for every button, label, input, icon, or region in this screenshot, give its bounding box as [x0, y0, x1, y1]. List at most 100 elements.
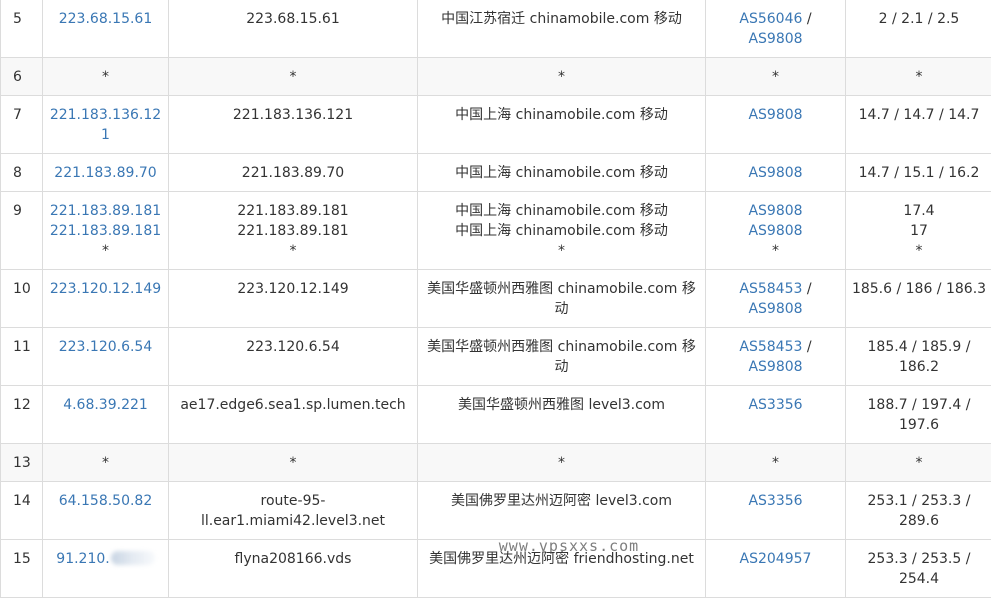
- asn-line: AS56046 /: [710, 9, 841, 29]
- hop-row: 13*****: [1, 444, 991, 482]
- hostname-cell: ae17.edge6.sea1.sp.lumen.tech: [169, 386, 418, 444]
- latency-text-text: 2 / 2.1 / 2.5: [879, 11, 960, 27]
- location-text: *: [422, 241, 701, 261]
- location-text: *: [422, 453, 701, 473]
- hostname-cell: route-95-ll.ear1.miami42.level3.net: [169, 482, 418, 540]
- ip-link-text[interactable]: 223.68.15.61: [59, 11, 153, 27]
- ip-link-text[interactable]: 223.120.6.54: [59, 339, 153, 355]
- ip-cell: 223.68.15.61: [43, 0, 169, 58]
- hop-row: 5223.68.15.61223.68.15.61中国江苏宿迁 chinamob…: [1, 0, 991, 58]
- asn-link[interactable]: AS9808: [748, 301, 802, 317]
- asn-text: /: [802, 11, 811, 27]
- latency-text: 289.6: [850, 511, 988, 531]
- ip-cell: 221.183.89.181221.183.89.181*: [43, 192, 169, 270]
- latency-text: 2 / 2.1 / 2.5: [850, 9, 988, 29]
- ip-link[interactable]: 221.183.89.70: [47, 163, 164, 183]
- hostname-text-text: 223.120.12.149: [237, 281, 348, 297]
- latency-text: 186.2: [850, 357, 988, 377]
- ip-link-text[interactable]: 223.120.12.149: [50, 281, 161, 297]
- ip-link[interactable]: 221.183.136.121: [47, 105, 164, 145]
- asn-link[interactable]: AS9808: [748, 31, 802, 47]
- hostname-cell: 223.120.12.149: [169, 270, 418, 328]
- hostname-text-text: 221.183.89.70: [242, 165, 344, 181]
- latency-cell: *: [846, 58, 991, 96]
- asn-link[interactable]: AS204957: [740, 551, 812, 567]
- ip-cell: 223.120.6.54: [43, 328, 169, 386]
- latency-text: 17.4: [850, 201, 988, 221]
- latency-text-text: 253.1 / 253.3 /: [868, 493, 971, 509]
- asn-link[interactable]: AS3356: [748, 397, 802, 413]
- asn-link[interactable]: AS58453: [739, 281, 802, 297]
- location-text: 动: [422, 299, 701, 319]
- ip-link-text[interactable]: 4.68.39.221: [63, 397, 148, 413]
- asn-link[interactable]: AS58453: [739, 339, 802, 355]
- latency-text-text: 186.2: [899, 359, 939, 375]
- ip-link[interactable]: 221.183.89.181: [47, 201, 164, 221]
- location-text: 美国佛罗里达州迈阿密 friendhosting.net: [422, 549, 701, 569]
- ip-link-text[interactable]: 64.158.50.82: [59, 493, 153, 509]
- latency-cell: 14.7 / 14.7 / 14.7: [846, 96, 991, 154]
- ip-cell: 221.183.89.70: [43, 154, 169, 192]
- ip-link-text[interactable]: 221.183.89.181: [50, 203, 161, 219]
- asn-link[interactable]: AS9808: [748, 359, 802, 375]
- hop-row: 7221.183.136.121221.183.136.121中国上海 chin…: [1, 96, 991, 154]
- hostname-text: 221.183.89.181: [173, 221, 413, 241]
- location-text: 中国上海 chinamobile.com 移动: [422, 163, 701, 183]
- location-text-text: 动: [555, 359, 569, 375]
- ip-link[interactable]: 64.158.50.82: [47, 491, 164, 511]
- ip-link[interactable]: 221.183.89.181: [47, 221, 164, 241]
- ip-link[interactable]: 223.120.6.54: [47, 337, 164, 357]
- asn-link[interactable]: AS9808: [748, 223, 802, 239]
- latency-cell: 14.7 / 15.1 / 16.2: [846, 154, 991, 192]
- asn-line: AS9808: [710, 221, 841, 241]
- location-text: *: [422, 67, 701, 87]
- hop-number: 13: [1, 444, 43, 482]
- asn-text: /: [802, 281, 811, 297]
- location-text: 中国上海 chinamobile.com 移动: [422, 201, 701, 221]
- ip-cell: 221.183.136.121: [43, 96, 169, 154]
- hostname-text: *: [173, 241, 413, 261]
- asn-link[interactable]: AS9808: [748, 165, 802, 181]
- latency-text-text: 197.6: [899, 417, 939, 433]
- hostname-cell: 221.183.89.181221.183.89.181*: [169, 192, 418, 270]
- hostname-text: ll.ear1.miami42.level3.net: [173, 511, 413, 531]
- hostname-cell: 221.183.136.121: [169, 96, 418, 154]
- ip-cell: 223.120.12.149: [43, 270, 169, 328]
- asn-line: AS3356: [710, 395, 841, 415]
- asn-link[interactable]: AS56046: [739, 11, 802, 27]
- hostname-text-text: 223.120.6.54: [246, 339, 340, 355]
- ip-timeout-text: *: [102, 69, 109, 85]
- ip-link[interactable]: 223.120.12.149: [47, 279, 164, 299]
- ip-link[interactable]: 91.210.: [47, 549, 164, 569]
- hop-number: 8: [1, 154, 43, 192]
- location-cell: 美国华盛顿州西雅图 level3.com: [418, 386, 706, 444]
- latency-text: 14.7 / 14.7 / 14.7: [850, 105, 988, 125]
- hop-row: 11223.120.6.54223.120.6.54美国华盛顿州西雅图 chin…: [1, 328, 991, 386]
- hop-number: 10: [1, 270, 43, 328]
- latency-text: *: [850, 67, 988, 87]
- ip-link-text[interactable]: 221.183.89.70: [54, 165, 156, 181]
- asn-line: AS3356: [710, 491, 841, 511]
- ip-link[interactable]: 4.68.39.221: [47, 395, 164, 415]
- ip-link-text[interactable]: 221.183.89.181: [50, 223, 161, 239]
- ip-link-text[interactable]: 91.210.: [56, 551, 109, 567]
- hop-number: 7: [1, 96, 43, 154]
- asn-link[interactable]: AS3356: [748, 493, 802, 509]
- location-text: 中国江苏宿迁 chinamobile.com 移动: [422, 9, 701, 29]
- ip-link-text[interactable]: 221.183.136.121: [50, 107, 161, 143]
- hostname-cell: 223.120.6.54: [169, 328, 418, 386]
- hostname-text-text: 221.183.89.181: [237, 203, 348, 219]
- latency-cell: 2 / 2.1 / 2.5: [846, 0, 991, 58]
- hostname-text-text: 221.183.136.121: [233, 107, 353, 123]
- location-text-text: 中国江苏宿迁 chinamobile.com 移动: [441, 11, 682, 27]
- ip-link[interactable]: 223.68.15.61: [47, 9, 164, 29]
- hostname-text: *: [173, 67, 413, 87]
- ip-timeout-text: *: [102, 455, 109, 471]
- asn-link[interactable]: AS9808: [748, 203, 802, 219]
- latency-text-text: 14.7 / 15.1 / 16.2: [859, 165, 980, 181]
- latency-text-text: 14.7 / 14.7 / 14.7: [859, 107, 980, 123]
- asn-line: AS9808: [710, 163, 841, 183]
- latency-text-text: 254.4: [899, 571, 939, 587]
- asn-link[interactable]: AS9808: [748, 107, 802, 123]
- traceroute-table-body: 5223.68.15.61223.68.15.61中国江苏宿迁 chinamob…: [1, 0, 991, 598]
